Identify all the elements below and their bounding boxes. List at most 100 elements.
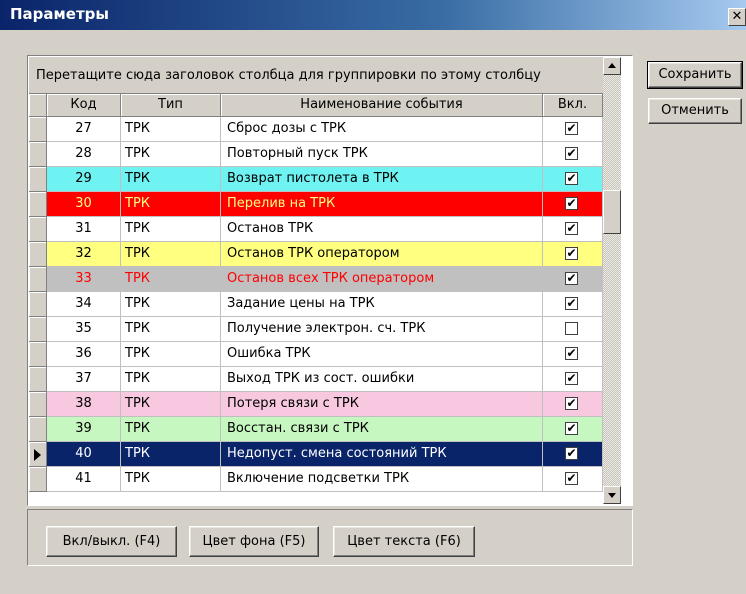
enabled-checkbox[interactable]: ✔ (565, 172, 578, 185)
enabled-cell: ✔ (543, 217, 603, 242)
event-name-cell: Недопуст. смена состояний ТРК (221, 442, 543, 467)
table-row[interactable]: 41 ТРК Включение подсветки ТРК ✔ (29, 467, 603, 492)
row-indicator[interactable] (29, 417, 47, 442)
table-row[interactable]: 40 ТРК Недопуст. смена состояний ТРК ✔ (29, 442, 603, 467)
group-by-panel[interactable]: Перетащите сюда заголовок столбца для гр… (29, 57, 603, 94)
event-code-cell: 37 (47, 367, 121, 392)
event-code-cell: 32 (47, 242, 121, 267)
column-header-type[interactable]: Тип (121, 94, 221, 117)
enabled-cell: ✔ (543, 192, 603, 217)
enabled-checkbox[interactable]: ✔ (565, 347, 578, 360)
event-type-cell: ТРК (121, 242, 221, 267)
event-type-cell: ТРК (121, 217, 221, 242)
event-name-cell: Возврат пистолета в ТРК (221, 167, 543, 192)
row-indicator[interactable] (29, 192, 47, 217)
event-code-cell: 40 (47, 442, 121, 467)
column-header-name[interactable]: Наименование события (221, 94, 543, 117)
enabled-checkbox[interactable]: ✔ (565, 122, 578, 135)
event-name-cell: Перелив на ТРК (221, 192, 543, 217)
table-row[interactable]: 35 ТРК Получение электрон. сч. ТРК (29, 317, 603, 342)
enabled-cell: ✔ (543, 167, 603, 192)
scroll-down-button[interactable] (603, 486, 621, 504)
row-indicator[interactable] (29, 142, 47, 167)
toggle-enabled-button[interactable]: Вкл/выкл. (F4) (46, 526, 177, 557)
save-button[interactable]: Сохранить (647, 61, 743, 89)
window-title: Параметры (10, 5, 109, 23)
group-by-hint: Перетащите сюда заголовок столбца для гр… (36, 68, 541, 83)
row-indicator[interactable] (29, 117, 47, 142)
event-name-cell: Останов ТРК оператором (221, 242, 543, 267)
column-header-code[interactable]: Код (47, 94, 121, 117)
close-icon[interactable]: ✕ (728, 8, 746, 26)
events-grid: Перетащите сюда заголовок столбца для гр… (27, 55, 633, 506)
enabled-cell: ✔ (543, 142, 603, 167)
event-name-cell: Ошибка ТРК (221, 342, 543, 367)
event-name-cell: Потеря связи с ТРК (221, 392, 543, 417)
vertical-scrollbar[interactable] (603, 57, 621, 504)
event-name-cell: Включение подсветки ТРК (221, 467, 543, 492)
enabled-cell: ✔ (543, 292, 603, 317)
event-type-cell: ТРК (121, 392, 221, 417)
scroll-thumb[interactable] (603, 190, 621, 234)
row-indicator[interactable] (29, 342, 47, 367)
enabled-checkbox[interactable]: ✔ (565, 147, 578, 160)
table-row[interactable]: 36 ТРК Ошибка ТРК ✔ (29, 342, 603, 367)
table-row[interactable]: 33 ТРК Останов всех ТРК оператором ✔ (29, 267, 603, 292)
enabled-cell: ✔ (543, 442, 603, 467)
row-indicator[interactable] (29, 467, 47, 492)
arrow-up-icon (608, 63, 616, 68)
table-row[interactable]: 37 ТРК Выход ТРК из сост. ошибки ✔ (29, 367, 603, 392)
enabled-cell: ✔ (543, 267, 603, 292)
event-code-cell: 27 (47, 117, 121, 142)
event-name-cell: Останов всех ТРК оператором (221, 267, 543, 292)
row-indicator[interactable] (29, 217, 47, 242)
table-row[interactable]: 31 ТРК Останов ТРК ✔ (29, 217, 603, 242)
enabled-checkbox[interactable]: ✔ (565, 272, 578, 285)
event-code-cell: 31 (47, 217, 121, 242)
enabled-checkbox[interactable]: ✔ (565, 397, 578, 410)
enabled-checkbox[interactable]: ✔ (565, 297, 578, 310)
table-row[interactable]: 30 ТРК Перелив на ТРК ✔ (29, 192, 603, 217)
row-indicator[interactable] (29, 167, 47, 192)
enabled-checkbox[interactable]: ✔ (565, 247, 578, 260)
enabled-checkbox[interactable]: ✔ (565, 422, 578, 435)
row-indicator[interactable] (29, 367, 47, 392)
column-header-enabled[interactable]: Вкл. (543, 94, 603, 117)
enabled-checkbox[interactable]: ✔ (565, 472, 578, 485)
enabled-checkbox[interactable] (565, 322, 578, 335)
table-row[interactable]: 29 ТРК Возврат пистолета в ТРК ✔ (29, 167, 603, 192)
table-row[interactable]: 39 ТРК Восстан. связи с ТРК ✔ (29, 417, 603, 442)
background-color-button[interactable]: Цвет фона (F5) (189, 526, 319, 557)
event-name-cell: Восстан. связи с ТРК (221, 417, 543, 442)
event-code-cell: 30 (47, 192, 121, 217)
enabled-cell (543, 317, 603, 342)
enabled-cell: ✔ (543, 467, 603, 492)
event-type-cell: ТРК (121, 467, 221, 492)
event-code-cell: 36 (47, 342, 121, 367)
cancel-button[interactable]: Отменить (648, 98, 742, 124)
event-type-cell: ТРК (121, 442, 221, 467)
enabled-checkbox[interactable]: ✔ (565, 447, 578, 460)
event-type-cell: ТРК (121, 317, 221, 342)
row-indicator[interactable] (29, 292, 47, 317)
row-indicator[interactable] (29, 267, 47, 292)
enabled-checkbox[interactable]: ✔ (565, 372, 578, 385)
text-color-button[interactable]: Цвет текста (F6) (333, 526, 475, 557)
row-indicator[interactable] (29, 242, 47, 267)
row-indicator[interactable] (29, 317, 47, 342)
event-code-cell: 35 (47, 317, 121, 342)
enabled-checkbox[interactable]: ✔ (565, 222, 578, 235)
enabled-checkbox[interactable]: ✔ (565, 197, 578, 210)
row-indicator[interactable] (29, 392, 47, 417)
current-row-pointer-icon (34, 449, 41, 461)
table-row[interactable]: 38 ТРК Потеря связи с ТРК ✔ (29, 392, 603, 417)
table-row[interactable]: 34 ТРК Задание цены на ТРК ✔ (29, 292, 603, 317)
row-indicator[interactable] (29, 442, 47, 467)
table-row[interactable]: 32 ТРК Останов ТРК оператором ✔ (29, 242, 603, 267)
table-row[interactable]: 28 ТРК Повторный пуск ТРК ✔ (29, 142, 603, 167)
table-row[interactable]: 27 ТРК Сброс дозы с ТРК ✔ (29, 117, 603, 142)
enabled-cell: ✔ (543, 342, 603, 367)
scroll-up-button[interactable] (603, 57, 621, 75)
event-code-cell: 29 (47, 167, 121, 192)
event-name-cell: Останов ТРК (221, 217, 543, 242)
